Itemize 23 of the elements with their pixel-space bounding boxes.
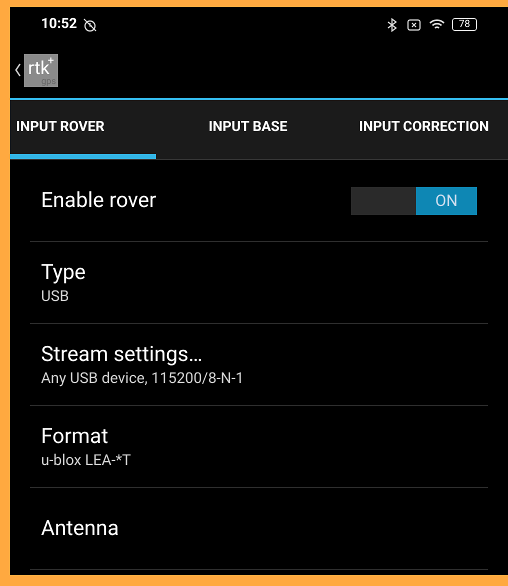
wifi-icon bbox=[429, 18, 446, 31]
tab[interactable]: INPUT CORRECTION bbox=[340, 100, 508, 159]
setting-summary: USB bbox=[41, 286, 70, 306]
tab[interactable]: INPUT ROVER bbox=[10, 100, 156, 159]
battery-indicator: 78 bbox=[452, 18, 477, 31]
setting-title: Stream settings… bbox=[41, 342, 204, 368]
setting-row[interactable]: Format u-blox LEA-*T bbox=[30, 406, 488, 488]
setting-title: Type bbox=[41, 260, 87, 286]
setting-title: Format bbox=[41, 424, 110, 450]
setting-summary: u-blox LEA-*T bbox=[41, 450, 132, 470]
setting-row[interactable]: Stream settings… Any USB device, 115200/8-N-1 bbox=[30, 324, 488, 406]
setting-title: Antenna bbox=[41, 516, 120, 542]
setting-title: Enable rover bbox=[41, 188, 158, 214]
alarm-off-icon bbox=[83, 18, 98, 32]
back-chevron-icon[interactable] bbox=[14, 63, 22, 77]
setting-row[interactable]: Enable rover ON bbox=[30, 160, 488, 242]
setting-summary: Any USB device, 115200/8-N-1 bbox=[41, 368, 245, 388]
setting-row[interactable]: Type USB bbox=[30, 242, 488, 324]
status-time: 10:52 bbox=[41, 15, 78, 34]
bluetooth-icon bbox=[387, 18, 397, 32]
tab[interactable]: INPUT BASE bbox=[156, 100, 340, 159]
setting-row[interactable]: Antenna bbox=[30, 488, 488, 570]
sim-x-icon bbox=[407, 18, 421, 30]
